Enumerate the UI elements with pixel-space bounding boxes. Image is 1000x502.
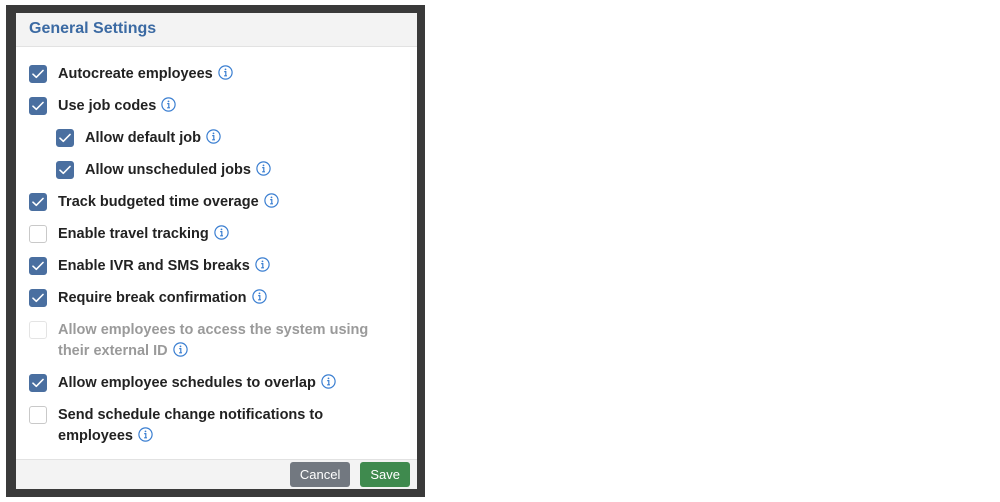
- setting-option: Autocreate employees: [29, 64, 417, 87]
- info-circle-icon[interactable]: [321, 374, 336, 396]
- checkmark-icon: [59, 165, 71, 174]
- setting-label-text: Allow employees to access the system usi…: [58, 321, 369, 359]
- setting-label: Allow default job: [85, 128, 221, 151]
- setting-label-text: Autocreate employees: [58, 65, 213, 82]
- setting-label: Autocreate employees: [58, 64, 233, 87]
- setting-label-text: Send schedule change notifications to em…: [58, 406, 324, 444]
- setting-label-text: Require break confirmation: [58, 289, 247, 306]
- checkmark-icon: [32, 293, 44, 302]
- info-circle-icon[interactable]: [256, 161, 271, 183]
- setting-option: Track budgeted time overage: [29, 192, 417, 215]
- setting-label: Track budgeted time overage: [58, 192, 279, 215]
- setting-option: Use job codes: [29, 96, 417, 119]
- checkmark-icon: [32, 101, 44, 110]
- setting-option: Allow employee schedules to overlap: [29, 373, 417, 396]
- info-circle-icon[interactable]: [172, 342, 188, 364]
- info-circle-icon[interactable]: [218, 65, 233, 87]
- setting-label: Enable travel tracking: [58, 224, 229, 247]
- general-settings-dialog: General Settings Autocreate employees Use…: [16, 13, 417, 489]
- dialog-header: General Settings: [16, 13, 417, 47]
- setting-label-text: Track budgeted time overage: [58, 193, 259, 210]
- save-button[interactable]: Save: [360, 461, 410, 487]
- setting-checkbox[interactable]: [56, 128, 74, 147]
- setting-checkbox[interactable]: [56, 160, 74, 179]
- setting-label-text: Allow employee schedules to overlap: [58, 374, 316, 391]
- setting-checkbox[interactable]: [29, 373, 47, 392]
- cancel-button[interactable]: Cancel: [289, 461, 351, 487]
- setting-label-text: Allow unscheduled jobs: [85, 161, 251, 178]
- setting-label-text: Enable IVR and SMS breaks: [58, 257, 250, 274]
- setting-label: Use job codes: [58, 96, 177, 119]
- setting-label-text: Use job codes: [58, 97, 157, 114]
- setting-label: Send schedule change notifications to em…: [58, 405, 378, 449]
- setting-label: Require break confirmation: [58, 288, 267, 311]
- setting-checkbox[interactable]: [29, 96, 47, 115]
- checkmark-icon: [59, 133, 71, 142]
- dialog-frame: General Settings Autocreate employees Use…: [6, 5, 425, 497]
- setting-option: Enable IVR and SMS breaks: [29, 256, 417, 279]
- info-circle-icon[interactable]: [161, 97, 177, 119]
- info-circle-icon[interactable]: [263, 193, 279, 215]
- setting-checkbox[interactable]: [29, 224, 47, 243]
- setting-checkbox: [29, 320, 47, 339]
- setting-checkbox[interactable]: [29, 288, 47, 307]
- info-circle-icon[interactable]: [255, 257, 270, 279]
- setting-label-text: Enable travel tracking: [58, 225, 209, 242]
- info-circle-icon[interactable]: [251, 289, 267, 311]
- setting-label: Allow employee schedules to overlap: [58, 373, 336, 396]
- setting-option: Enable travel tracking: [29, 224, 417, 247]
- dialog-title: General Settings: [29, 20, 157, 38]
- info-circle-icon[interactable]: [206, 129, 221, 151]
- setting-checkbox[interactable]: [29, 64, 47, 83]
- checkmark-icon: [32, 69, 44, 78]
- checkmark-icon: [32, 197, 44, 206]
- checkmark-icon: [32, 378, 44, 387]
- setting-option: Send schedule change notifications to em…: [29, 405, 417, 449]
- info-circle-icon[interactable]: [214, 225, 229, 247]
- setting-checkbox[interactable]: [29, 192, 47, 211]
- setting-checkbox[interactable]: [29, 405, 47, 424]
- settings-options-list: Autocreate employees Use job codes Allow d…: [16, 47, 417, 459]
- setting-option: Allow employees to access the system usi…: [29, 320, 417, 364]
- dialog-footer: Cancel Save: [16, 458, 417, 489]
- setting-label-text: Allow default job: [85, 129, 201, 146]
- setting-option: Require break confirmation: [29, 288, 417, 311]
- setting-label: Allow employees to access the system usi…: [58, 320, 378, 364]
- info-circle-icon[interactable]: [138, 427, 153, 449]
- setting-label: Enable IVR and SMS breaks: [58, 256, 270, 279]
- checkmark-icon: [32, 261, 44, 270]
- setting-label: Allow unscheduled jobs: [85, 160, 271, 183]
- setting-checkbox[interactable]: [29, 256, 47, 275]
- setting-option: Allow default job: [56, 128, 417, 151]
- setting-option: Allow unscheduled jobs: [56, 160, 417, 183]
